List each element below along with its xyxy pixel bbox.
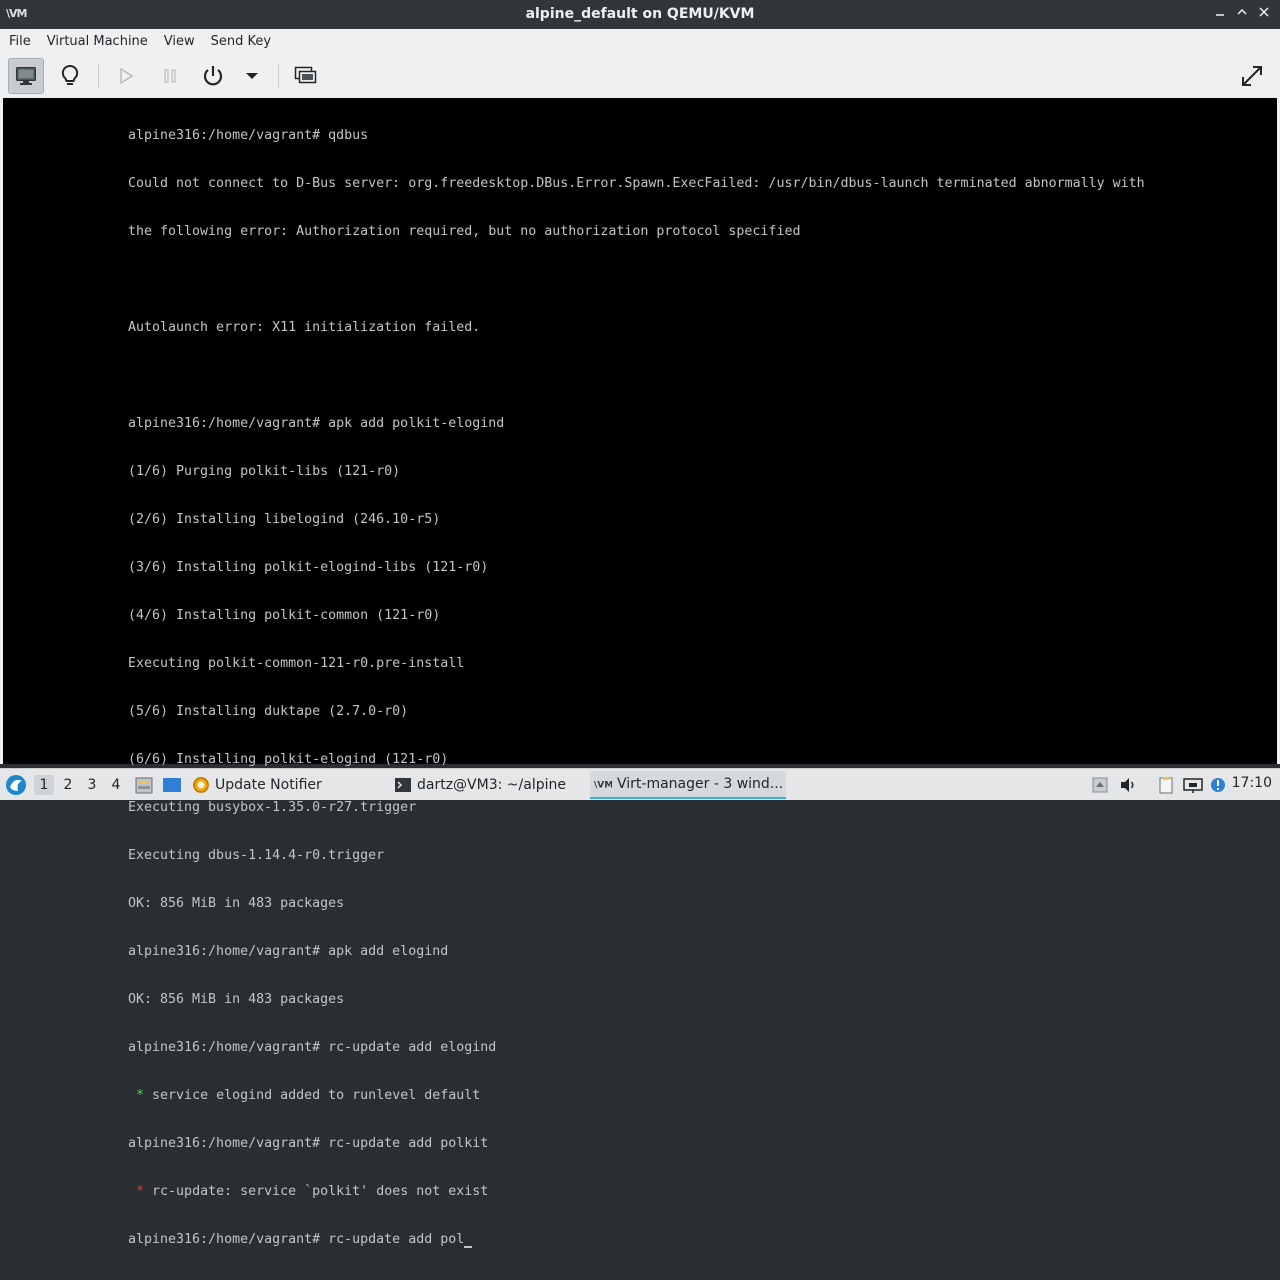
- taskbar: 1 2 3 4 Update Notifier dartz@VM3: ~/alp…: [0, 768, 1280, 800]
- console-line: alpine316:/home/vagrant# qdbus: [128, 128, 369, 143]
- console-output: alpine316:/home/vagrant# qdbus Could not…: [128, 96, 1145, 1280]
- pause-icon: [164, 69, 176, 83]
- desktop-3[interactable]: 3: [82, 775, 102, 795]
- console-line: alpine316:/home/vagrant# rc-update add e…: [128, 1040, 497, 1055]
- file-cabinet-icon: [135, 777, 153, 794]
- maximize-icon: [1237, 8, 1247, 15]
- terminal-icon: [394, 776, 412, 794]
- console-line: Autolaunch error: X11 initialization fai…: [128, 320, 481, 335]
- desktop-4[interactable]: 4: [106, 775, 126, 795]
- window-titlebar[interactable]: \VM alpine_default on QEMU/KVM: [0, 0, 1280, 29]
- console-line: (5/6) Installing duktape (2.7.0-r0): [128, 704, 409, 719]
- notification-icon[interactable]: [1208, 775, 1228, 795]
- fullscreen-button[interactable]: [1234, 58, 1270, 94]
- console-line: Executing dbus-1.14.4-r0.trigger: [128, 848, 385, 863]
- error-star: *: [136, 1184, 145, 1199]
- window-title: alpine_default on QEMU/KVM: [525, 6, 755, 22]
- minimize-icon: [1216, 14, 1224, 16]
- play-icon: [120, 67, 134, 85]
- start-menu-button[interactable]: [4, 773, 28, 797]
- update-notifier-icon: [192, 776, 210, 794]
- console-line: (3/6) Installing polkit-elogind-libs (12…: [128, 560, 489, 575]
- clipboard-icon[interactable]: [1156, 775, 1176, 795]
- fullscreen-icon: [1242, 66, 1262, 86]
- console-line: OK: 856 MiB in 483 packages: [128, 896, 345, 911]
- tray-scroll-icon[interactable]: [1090, 775, 1110, 795]
- console-line: (6/6) Installing polkit-elogind (121-r0): [128, 752, 449, 767]
- menu-send-key[interactable]: Send Key: [203, 29, 279, 54]
- task-label: Update Notifier: [215, 777, 322, 793]
- lxqt-logo-icon: [6, 775, 26, 795]
- console-line: Could not connect to D-Bus server: org.f…: [128, 176, 1145, 191]
- console-line: OK: 856 MiB in 483 packages: [128, 992, 345, 1007]
- console-line: the following error: Authorization requi…: [128, 224, 801, 239]
- desktop-2[interactable]: 2: [58, 775, 78, 795]
- console-line-error: * rc-update: service `polkit' does not e…: [128, 1184, 1145, 1200]
- chevron-down-icon: [246, 73, 258, 79]
- ok-star: *: [136, 1088, 145, 1103]
- volume-icon[interactable]: [1118, 775, 1138, 795]
- console-prompt-line: alpine316:/home/vagrant# rc-update add p…: [128, 1232, 1145, 1248]
- console-line: Executing busybox-1.35.0-r27.trigger: [128, 800, 417, 815]
- console-current-input: alpine316:/home/vagrant# rc-update add p…: [128, 1232, 465, 1247]
- console-line: Executing polkit-common-121-r0.pre-insta…: [128, 656, 465, 671]
- console-line: (2/6) Installing libelogind (246.10-r5): [128, 512, 441, 527]
- vm-console-screen[interactable]: alpine316:/home/vagrant# qdbus Could not…: [3, 98, 1277, 1248]
- task-virt-manager[interactable]: \VM Virt-manager - 3 wind...: [590, 771, 786, 799]
- run-button[interactable]: [108, 58, 144, 94]
- power-icon: [203, 66, 223, 86]
- power-button[interactable]: [195, 58, 231, 94]
- toolbar: [0, 54, 1280, 99]
- console-line: (1/6) Purging polkit-libs (121-r0): [128, 464, 401, 479]
- maximize-button[interactable]: [1234, 6, 1250, 22]
- minimize-button[interactable]: [1212, 6, 1228, 22]
- menu-view[interactable]: View: [156, 29, 203, 54]
- virt-manager-icon: \VM: [594, 775, 612, 793]
- monitor-icon: [16, 67, 36, 85]
- menubar: File Virtual Machine View Send Key: [0, 29, 1280, 54]
- desktop-icon: [163, 778, 181, 792]
- menu-file[interactable]: File: [0, 29, 39, 54]
- console-line: alpine316:/home/vagrant# apk add elogind: [128, 944, 449, 959]
- task-terminal[interactable]: dartz@VM3: ~/alpine: [394, 771, 584, 799]
- desktop-1[interactable]: 1: [34, 775, 54, 795]
- pause-button[interactable]: [152, 58, 188, 94]
- console-line: alpine316:/home/vagrant# apk add polkit-…: [128, 416, 505, 431]
- clock[interactable]: 17:10: [1232, 775, 1272, 791]
- details-view-button[interactable]: [52, 58, 88, 94]
- console-line: (4/6) Installing polkit-common (121-r0): [128, 608, 441, 623]
- lightbulb-icon: [61, 64, 79, 85]
- console-view-button[interactable]: [8, 58, 44, 94]
- menu-virtual-machine[interactable]: Virtual Machine: [39, 29, 156, 54]
- ok-message: service elogind added to runlevel defaul…: [144, 1088, 481, 1103]
- file-manager-launcher[interactable]: [134, 775, 154, 795]
- network-icon[interactable]: [1182, 775, 1203, 795]
- svg-text:\VM: \VM: [594, 781, 612, 791]
- close-button[interactable]: [1256, 6, 1272, 22]
- console-line-ok: * service elogind added to runlevel defa…: [128, 1088, 1145, 1104]
- close-icon: [1259, 7, 1269, 17]
- console-line: alpine316:/home/vagrant# rc-update add p…: [128, 1136, 489, 1151]
- show-desktop-launcher[interactable]: [162, 775, 182, 795]
- task-label: dartz@VM3: ~/alpine: [417, 777, 566, 793]
- task-update-notifier[interactable]: Update Notifier: [192, 771, 382, 799]
- snapshots-button[interactable]: [288, 58, 324, 94]
- text-cursor: [464, 1234, 473, 1248]
- task-label: Virt-manager - 3 wind...: [617, 776, 784, 792]
- snapshot-icon: [294, 66, 317, 84]
- error-message: rc-update: service `polkit' does not exi…: [144, 1184, 489, 1199]
- power-menu-button[interactable]: [234, 58, 270, 94]
